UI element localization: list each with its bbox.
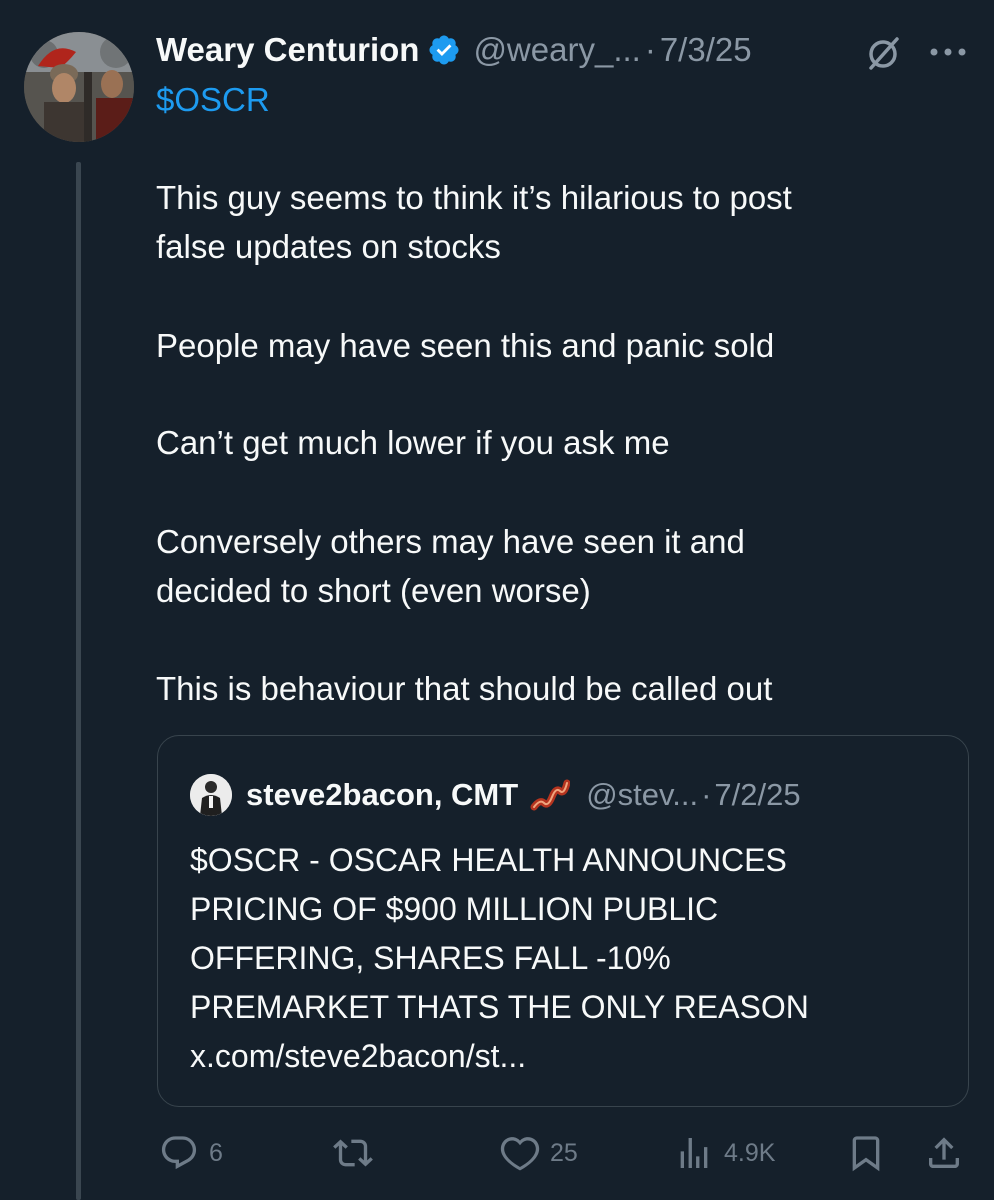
tweet-paragraph: This is behaviour that should be called … <box>156 664 772 713</box>
reply-button[interactable]: 6 <box>159 1131 223 1175</box>
tweet-line: false updates on stocks <box>156 228 501 265</box>
header-separator: · <box>644 31 656 68</box>
views-button[interactable]: 4.9K <box>674 1131 775 1175</box>
quoted-tweet-body: $OSCR - OSCAR HEALTH ANNOUNCES PRICING O… <box>190 836 809 1081</box>
author-handle[interactable]: @weary_... <box>473 31 640 69</box>
cashtag-link[interactable]: $OSCR <box>156 78 270 122</box>
repost-icon <box>333 1139 373 1167</box>
thread-connector-line <box>76 162 81 1200</box>
share-button[interactable] <box>924 1131 964 1175</box>
like-count: 25 <box>550 1138 578 1167</box>
quoted-tweet-card[interactable]: steve2bacon, CMT @stev... · 7/2/25 $OSCR… <box>157 735 969 1107</box>
view-count: 4.9K <box>724 1138 776 1167</box>
tweet-line: People may have seen this and panic sold <box>156 327 775 364</box>
quoted-tweet-line: OFFERING, SHARES FALL -10% <box>190 940 671 976</box>
reply-count: 6 <box>209 1138 223 1167</box>
author-avatar[interactable] <box>24 32 134 142</box>
bookmark-button[interactable] <box>846 1131 886 1175</box>
tweet-line: Conversely others may have seen it and <box>156 523 745 560</box>
quoted-author-handle[interactable]: @stev... <box>586 777 698 813</box>
author-display-name[interactable]: Weary Centurion <box>156 31 419 69</box>
quoted-tweet-date[interactable]: 7/2/25 <box>714 777 800 813</box>
quoted-tweet-line: $OSCR - OSCAR HEALTH ANNOUNCES <box>190 842 787 878</box>
more-icon[interactable] <box>926 44 970 60</box>
quoted-header-separator: · <box>701 777 712 812</box>
like-icon <box>500 1137 540 1171</box>
tweet-line: decided to short (even worse) <box>156 572 591 609</box>
quoted-tweet-header: steve2bacon, CMT @stev... · 7/2/25 <box>190 772 801 818</box>
quoted-author-avatar[interactable] <box>190 774 232 816</box>
like-button[interactable]: 25 <box>500 1131 578 1175</box>
quoted-tweet-line: PREMARKET THATS THE ONLY REASON <box>190 989 809 1025</box>
share-icon <box>929 1137 959 1168</box>
quoted-author-name[interactable]: steve2bacon, CMT <box>246 777 518 813</box>
bacon-emoji-icon <box>530 777 571 813</box>
tweet-line: This guy seems to think it’s hilarious t… <box>156 179 792 216</box>
tweet-line: This is behaviour that should be called … <box>156 670 773 707</box>
grok-icon[interactable] <box>863 33 903 73</box>
views-icon <box>680 1138 708 1168</box>
tweet-paragraph: Conversely others may have seen it and d… <box>156 517 745 615</box>
quoted-tweet-link[interactable]: x.com/steve2bacon/st... <box>190 1032 809 1081</box>
verified-badge-icon[interactable] <box>427 33 461 67</box>
quoted-tweet-line: PRICING OF $900 MILLION PUBLIC <box>190 891 719 927</box>
tweet-paragraph: People may have seen this and panic sold <box>156 321 774 370</box>
tweet-paragraph: Can’t get much lower if you ask me <box>156 418 670 467</box>
reply-icon <box>161 1136 197 1170</box>
tweet-header: Weary Centurion @weary_... · 7/3/25 <box>156 24 976 76</box>
bookmark-icon <box>852 1136 880 1172</box>
tweet-line: Can’t get much lower if you ask me <box>156 424 670 461</box>
tweet-date[interactable]: 7/3/25 <box>660 31 752 69</box>
tweet-paragraph: This guy seems to think it’s hilarious t… <box>156 173 792 271</box>
repost-button[interactable] <box>332 1131 384 1175</box>
